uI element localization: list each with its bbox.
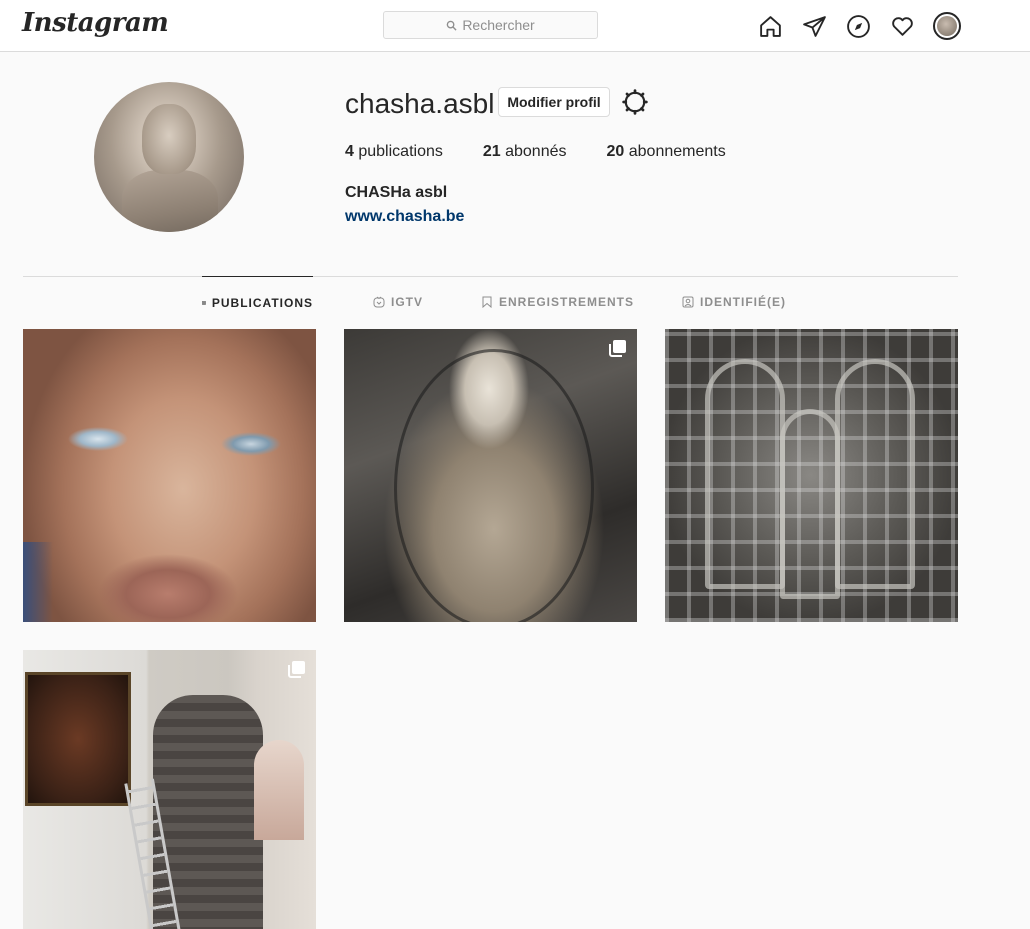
explore-icon[interactable] (846, 14, 871, 39)
followers-count: 21 (482, 143, 501, 160)
tab-tagged[interactable]: IDENTIFIÉ(E) (682, 276, 786, 328)
following-stat[interactable]: 20 abonnements (607, 143, 726, 161)
following-label: abonnements (628, 143, 726, 160)
edit-profile-button[interactable]: Modifier profil (498, 87, 610, 117)
top-nav-bar: Instagram Rechercher (0, 0, 1030, 52)
tab-label: IGTV (391, 295, 424, 309)
tab-saved[interactable]: ENREGISTREMENTS (481, 276, 634, 328)
tab-publications[interactable]: PUBLICATIONS (202, 276, 313, 328)
following-count: 20 (606, 143, 625, 160)
posts-label: publications (358, 143, 443, 160)
followers-stat[interactable]: 21 abonnés (483, 143, 567, 161)
posts-count: 4 (345, 143, 354, 160)
multiple-photos-icon (288, 661, 305, 678)
multiple-photos-icon (609, 340, 626, 357)
profile-picture[interactable] (94, 82, 244, 232)
post-thumbnail-metal-relief[interactable] (665, 329, 958, 622)
tagged-icon (682, 296, 694, 308)
profile-stats: 4 publications 21 abonnés 20 abonnements (345, 143, 766, 161)
activity-icon[interactable] (890, 14, 915, 39)
post-thumbnail-church-interior[interactable] (23, 650, 316, 929)
posts-stat: 4 publications (345, 143, 443, 161)
search-input[interactable]: Rechercher (383, 11, 598, 39)
profile-website-link[interactable]: www.chasha.be (345, 208, 464, 226)
direct-icon[interactable] (802, 14, 827, 39)
settings-gear-icon[interactable] (622, 89, 648, 115)
post-thumbnail-christ-statue[interactable] (344, 329, 637, 622)
grid-icon (202, 300, 206, 305)
tab-label: PUBLICATIONS (211, 295, 313, 310)
home-icon[interactable] (758, 14, 783, 39)
tab-label: IDENTIFIÉ(E) (700, 295, 786, 309)
post-thumbnail-painted-face[interactable] (23, 329, 316, 622)
profile-username: chasha.asbl (345, 88, 495, 119)
tab-igtv[interactable]: IGTV (373, 276, 423, 328)
followers-label: abonnés (505, 143, 567, 160)
instagram-logo[interactable]: Instagram (22, 8, 169, 38)
search-icon (447, 20, 457, 31)
profile-full-name: CHASHa asbl (345, 184, 448, 201)
nav-icons (758, 12, 961, 40)
profile-avatar[interactable] (933, 12, 961, 40)
igtv-icon (373, 296, 385, 308)
bookmark-icon (482, 296, 492, 308)
search-placeholder: Rechercher (462, 17, 535, 33)
tab-label: ENREGISTREMENTS (499, 295, 635, 309)
